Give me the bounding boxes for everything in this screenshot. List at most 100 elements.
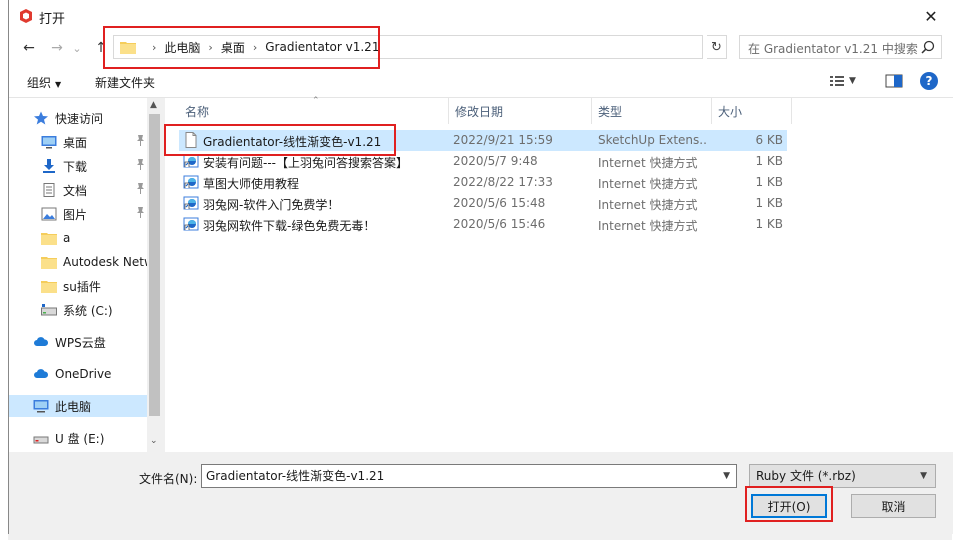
file-row[interactable]: 草图大师使用教程 2022/8/22 17:33 Internet 快捷方式 1 KB — [179, 172, 787, 193]
sidebar-item[interactable]: 下载 — [9, 155, 147, 177]
preview-pane-icon — [885, 74, 903, 88]
pin-icon[interactable] — [136, 207, 145, 221]
dropdown-arrow-icon: ▼ — [55, 80, 62, 89]
refresh-button[interactable]: ↻ — [707, 35, 727, 59]
sidebar-item[interactable]: 此电脑 — [9, 395, 147, 417]
sidebar-item-label: su插件 — [63, 279, 101, 294]
sidebar-item[interactable]: 桌面 — [9, 131, 147, 153]
chevron-down-icon[interactable]: ▼ — [723, 465, 730, 487]
preview-pane-button[interactable] — [885, 73, 903, 89]
cancel-button[interactable]: 取消 — [851, 494, 936, 518]
pin-icon[interactable] — [136, 183, 145, 197]
file-type: Internet 快捷方式 — [598, 219, 698, 233]
background-right-edge — [952, 0, 960, 540]
nav-scrollbar[interactable]: ▲ ⌄ — [147, 98, 162, 452]
sidebar-item-label: 下载 — [63, 159, 88, 174]
sidebar-item[interactable]: a — [9, 227, 147, 249]
help-icon: ? — [925, 74, 933, 88]
sidebar-item[interactable]: WPS云盘 — [9, 331, 147, 353]
file-row[interactable]: 羽兔网-软件入门免费学！ 2020/5/6 15:48 Internet 快捷方式 1… — [179, 193, 787, 214]
folder-icon — [41, 279, 57, 293]
sidebar-item[interactable]: 文档 — [9, 179, 147, 201]
folder-icon — [41, 255, 57, 269]
organize-button[interactable]: 组织 ▼ — [27, 74, 61, 91]
highlight-address-bar — [103, 26, 380, 69]
file-type: Internet 快捷方式 — [598, 156, 698, 170]
command-bar: 组织 ▼ 新建文件夹 ▼ ? — [9, 64, 953, 98]
sidebar-item-label: 桌面 — [63, 135, 88, 150]
file-modified-date: 2020/5/6 15:48 — [453, 196, 546, 210]
filename-label: 文件名(N): — [139, 472, 198, 486]
desktop-icon — [41, 135, 57, 149]
chevron-down-icon: ⌄ — [72, 41, 82, 55]
file-size: 1 KB — [755, 217, 783, 231]
file-modified-date: 2020/5/7 9:48 — [453, 154, 538, 168]
file-name: 安装有问题---【上羽兔问答搜索答案】 — [203, 156, 408, 170]
file-name: 草图大师使用教程 — [203, 177, 300, 191]
file-type: Internet 快捷方式 — [598, 177, 698, 191]
scroll-up-icon[interactable]: ▲ — [150, 100, 157, 110]
back-arrow-icon: ← — [23, 40, 35, 56]
picture-icon — [41, 207, 57, 221]
back-button[interactable]: ← — [19, 38, 39, 58]
sidebar-item[interactable]: Autodesk Netw — [9, 251, 147, 273]
file-type: Internet 快捷方式 — [598, 198, 698, 212]
close-icon: ✕ — [924, 6, 938, 26]
close-button[interactable]: ✕ — [909, 0, 953, 32]
new-folder-button[interactable]: 新建文件夹 — [95, 74, 155, 91]
file-name: 羽兔网软件下载-绿色免费无毒！ — [203, 219, 376, 233]
sidebar-item-label: 快速访问 — [55, 111, 104, 126]
file-name: 羽兔网-软件入门免费学！ — [203, 198, 340, 212]
folder-icon — [41, 231, 57, 245]
file-modified-date: 2022/8/22 17:33 — [453, 175, 553, 189]
file-size: 6 KB — [755, 133, 783, 147]
file-type: SketchUp Extens... — [598, 133, 708, 147]
column-header-type[interactable]: 类型 — [592, 98, 712, 124]
highlight-open-button — [745, 486, 833, 522]
organize-label: 组织 — [27, 76, 52, 90]
file-size: 1 KB — [755, 196, 783, 210]
scrollbar-thumb[interactable] — [149, 114, 160, 416]
background-left-edge — [0, 0, 8, 540]
chevron-down-icon: ▼ — [920, 471, 927, 481]
sidebar-item[interactable]: 系统 (C:) — [9, 299, 147, 321]
file-row[interactable]: 羽兔网软件下载-绿色免费无毒！ 2020/5/6 15:46 Internet 快捷… — [179, 214, 787, 235]
drive-icon — [41, 303, 57, 317]
sidebar-item-label: a — [63, 231, 71, 245]
cloud-icon — [33, 367, 49, 381]
sidebar-item-label: Autodesk Netw — [63, 255, 147, 269]
sidebar-item-label: 文档 — [63, 183, 88, 198]
internet-shortcut-icon — [183, 195, 199, 211]
sidebar-item[interactable]: U 盘 (E:) — [9, 427, 147, 449]
sidebar-item-label: 系统 (C:) — [63, 303, 113, 318]
filename-input[interactable]: Gradientator-线性渐变色-v1.21 ▼ — [201, 464, 737, 488]
search-icon — [921, 40, 935, 54]
pin-icon[interactable] — [136, 135, 145, 149]
search-input[interactable]: 在 Gradientator v1.21 中搜索 — [739, 35, 942, 59]
sidebar-item[interactable]: OneDrive — [9, 363, 147, 385]
highlight-selected-file — [164, 124, 396, 156]
file-modified-date: 2020/5/6 15:46 — [453, 217, 546, 231]
filetype-select[interactable]: Ruby 文件 (*.rbz) ▼ — [749, 464, 936, 488]
computer-icon — [33, 399, 49, 413]
scroll-down-icon[interactable]: ⌄ — [150, 436, 158, 446]
column-header-size[interactable]: 大小 — [712, 98, 792, 124]
column-header-name[interactable]: 名称 — [179, 98, 449, 124]
recent-locations-button[interactable]: ⌄ — [67, 38, 87, 58]
sidebar-item[interactable]: su插件 — [9, 275, 147, 297]
change-view-button[interactable]: ▼ — [829, 73, 856, 89]
pin-icon[interactable] — [136, 159, 145, 173]
refresh-icon: ↻ — [711, 39, 722, 55]
column-header-modified[interactable]: 修改日期 — [449, 98, 592, 124]
cloud-icon — [33, 335, 49, 349]
document-icon — [41, 183, 57, 197]
help-button[interactable]: ? — [920, 72, 938, 90]
open-file-dialog: 打开 ✕ ← → ⌄ ↑ › 此电脑 › 桌面 › Gradientator v… — [8, 0, 953, 534]
sidebar-item-label: OneDrive — [55, 367, 112, 381]
chevron-down-icon: ▼ — [849, 76, 856, 86]
file-modified-date: 2022/9/21 15:59 — [453, 133, 553, 147]
sidebar-item[interactable]: 图片 — [9, 203, 147, 225]
forward-arrow-icon: → — [51, 40, 63, 56]
sidebar-item[interactable]: 快速访问 — [9, 107, 147, 129]
forward-button[interactable]: → — [47, 38, 67, 58]
